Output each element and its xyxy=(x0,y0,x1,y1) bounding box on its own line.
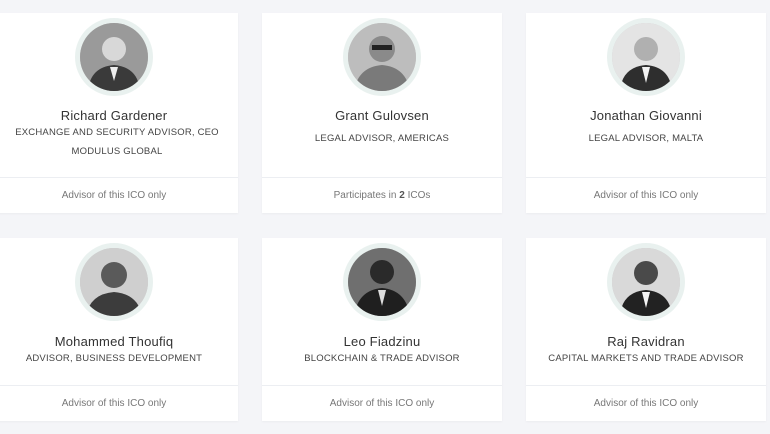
person-avatar-icon xyxy=(348,248,416,316)
advisor-footer: Participates in 2 ICOs xyxy=(262,177,502,213)
advisor-role: BLOCKCHAIN & TRADE ADVISOR xyxy=(304,353,460,364)
advisor-footer: Advisor of this ICO only xyxy=(262,385,502,421)
advisor-name: Richard Gardener xyxy=(60,108,168,123)
person-avatar-icon xyxy=(348,23,416,91)
advisor-role: LEGAL ADVISOR, MALTA xyxy=(588,133,704,144)
advisor-footer: Advisor of this ICO only xyxy=(526,385,766,421)
advisor-card[interactable]: Mohammed Thoufiq ADVISOR, BUSINESS DEVEL… xyxy=(0,238,238,421)
avatar xyxy=(343,243,421,321)
person-avatar-icon xyxy=(80,23,148,91)
advisor-role: LEGAL ADVISOR, AMERICAS xyxy=(314,133,450,144)
advisor-card[interactable]: Raj Ravidran CAPITAL MARKETS AND TRADE A… xyxy=(526,238,766,421)
avatar xyxy=(607,243,685,321)
advisor-card[interactable]: Grant Gulovsen LEGAL ADVISOR, AMERICAS P… xyxy=(262,13,502,213)
advisor-card[interactable]: Jonathan Giovanni LEGAL ADVISOR, MALTA A… xyxy=(526,13,766,213)
avatar xyxy=(343,18,421,96)
advisor-role: EXCHANGE AND SECURITY ADVISOR, CEO MODUL… xyxy=(15,127,219,157)
advisor-role: ADVISOR, BUSINESS DEVELOPMENT xyxy=(25,353,203,364)
person-avatar-icon xyxy=(612,23,680,91)
avatar xyxy=(75,18,153,96)
person-avatar-icon xyxy=(612,248,680,316)
person-avatar-icon xyxy=(80,248,148,316)
advisor-footer: Advisor of this ICO only xyxy=(526,177,766,213)
advisor-name: Mohammed Thoufiq xyxy=(54,334,174,349)
advisor-name: Raj Ravidran xyxy=(607,334,685,349)
avatar xyxy=(607,18,685,96)
advisor-card[interactable]: Richard Gardener EXCHANGE AND SECURITY A… xyxy=(0,13,238,213)
advisor-card[interactable]: Leo Fiadzinu BLOCKCHAIN & TRADE ADVISOR … xyxy=(262,238,502,421)
advisor-footer: Advisor of this ICO only xyxy=(0,385,238,421)
avatar xyxy=(75,243,153,321)
advisor-name: Jonathan Giovanni xyxy=(590,108,702,123)
advisor-footer: Advisor of this ICO only xyxy=(0,177,238,213)
advisor-name: Leo Fiadzinu xyxy=(343,334,421,349)
advisor-name: Grant Gulovsen xyxy=(335,108,429,123)
advisor-role: CAPITAL MARKETS AND TRADE ADVISOR xyxy=(548,353,744,364)
